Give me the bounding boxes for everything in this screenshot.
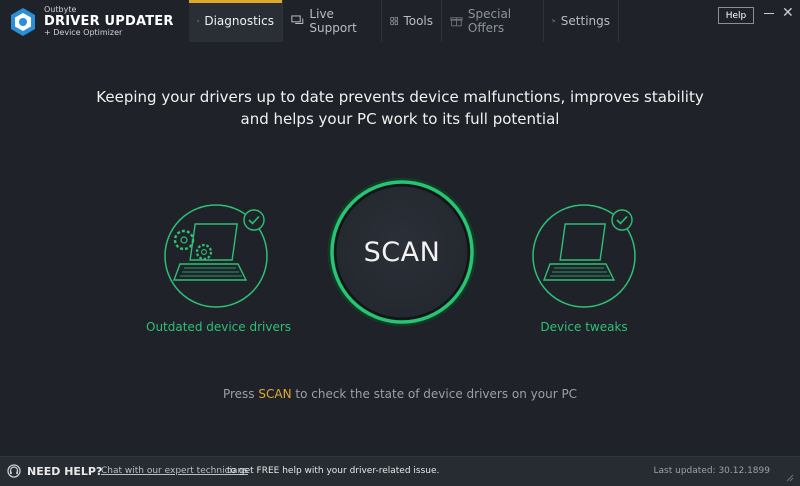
need-help-label: NEED HELP?	[27, 465, 103, 478]
last-updated: Last updated: 30.12.1899	[653, 466, 770, 476]
grid-icon	[390, 17, 398, 25]
title-bar: Outbyte DRIVER UPDATER + Device Optimize…	[0, 0, 800, 42]
help-description: to get FREE help with your driver-relate…	[227, 466, 440, 476]
feature-device-tweaks: Device tweaks	[514, 204, 654, 334]
feature-outdated-drivers: Outdated device drivers	[146, 204, 292, 334]
feature-label-device-tweaks: Device tweaks	[540, 320, 628, 334]
tab-label: Diagnostics	[204, 14, 274, 28]
hint-after: to check the state of device drivers on …	[295, 387, 578, 401]
brand-subtitle: + Device Optimizer	[44, 28, 123, 37]
tab-settings[interactable]: Settings	[544, 0, 619, 42]
headline-line-2: and helps your PC work to its full poten…	[240, 110, 560, 128]
headset-icon	[7, 464, 21, 478]
gear-icon	[197, 20, 200, 22]
laptop-icon	[532, 204, 636, 308]
tab-tools[interactable]: Tools	[382, 0, 442, 42]
app-logo: Outbyte DRIVER UPDATER + Device Optimize…	[8, 6, 174, 37]
headline: Keeping your drivers up to date prevents…	[0, 86, 800, 130]
main-tabs: Diagnostics Live Support Tools Special O…	[189, 0, 619, 42]
logo-icon	[11, 7, 35, 36]
tab-live-support[interactable]: Live Support	[283, 0, 382, 42]
footer-bar: NEED HELP? Chat with our expert technici…	[0, 456, 800, 486]
feature-label-outdated-drivers: Outdated device drivers	[146, 320, 292, 334]
brand-small-text: Outbyte	[44, 5, 77, 14]
tab-diagnostics[interactable]: Diagnostics	[189, 0, 283, 42]
scan-hint: Press SCAN to check the state of device …	[0, 387, 800, 401]
tab-special-offers[interactable]: Special Offers	[442, 0, 544, 42]
gift-icon	[450, 17, 463, 27]
chat-technicians-link[interactable]: Chat with our expert technicians	[101, 466, 248, 476]
tab-label: Live Support	[309, 7, 357, 35]
chat-icon	[291, 15, 304, 25]
resize-grip-icon[interactable]	[784, 472, 794, 482]
tab-label: Special Offers	[467, 7, 512, 35]
hint-before: Press	[222, 387, 255, 401]
tab-label: Tools	[403, 14, 433, 28]
help-button[interactable]: Help	[718, 7, 754, 24]
laptop-gears-icon	[164, 204, 268, 308]
wrench-icon	[552, 19, 556, 23]
close-button[interactable]: ✕	[782, 6, 794, 20]
scan-button[interactable]: SCAN	[324, 174, 480, 330]
minimize-button[interactable]	[764, 13, 774, 14]
hint-highlight: SCAN	[258, 387, 292, 401]
headline-line-1: Keeping your drivers up to date prevents…	[96, 88, 704, 106]
tab-label: Settings	[560, 14, 610, 28]
brand-title: DRIVER UPDATER	[44, 14, 174, 29]
scan-label: SCAN	[363, 236, 441, 268]
